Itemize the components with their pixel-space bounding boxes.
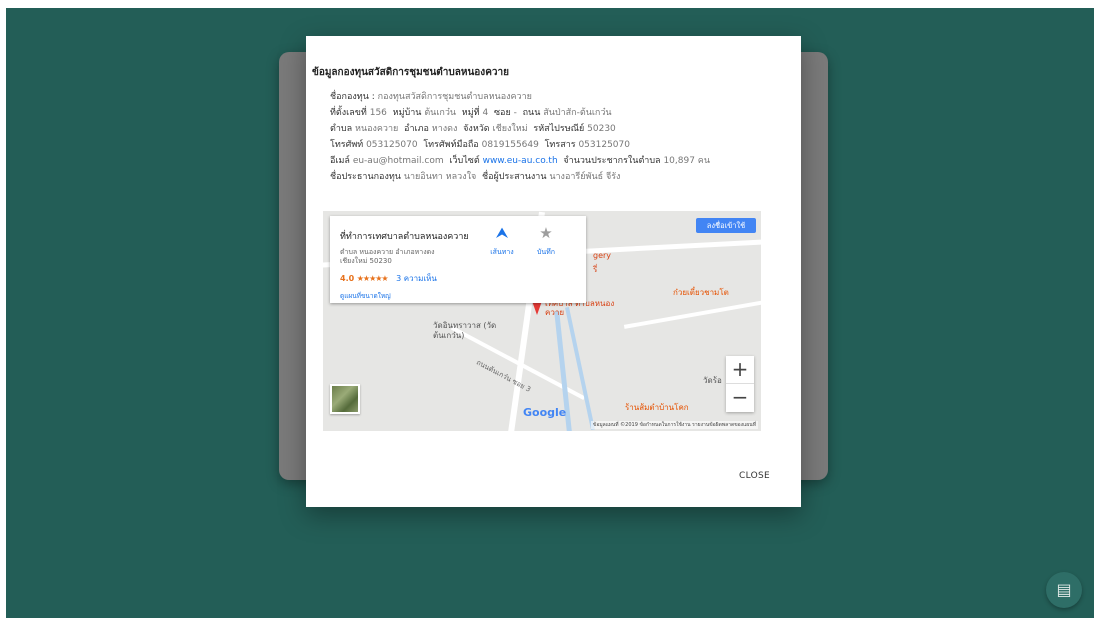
- district-row: ตำบล หนองควาย อำเภอ หางดง จังหวัด เชียงใ…: [330, 123, 616, 135]
- map-poi-noodle[interactable]: ก๋วยเตี๋ยวชามโต: [673, 286, 729, 299]
- map-poi-wat[interactable]: วัดร้อ: [703, 374, 722, 387]
- chairman-value: นายอินทา หลวงใจ: [403, 172, 477, 182]
- map-poi-partial: รี่: [593, 265, 598, 274]
- place-info-card: ที่ทำการเทศบาลตำบลหนองควาย ตำบล หนองควาย…: [330, 216, 586, 303]
- map-poi-partial: gery: [593, 251, 612, 260]
- road-label: ถนน: [522, 108, 541, 118]
- province-value: เชียงใหม่: [492, 124, 528, 134]
- tambon-label: ตำบล: [330, 124, 353, 134]
- amphoe-label: อำเภอ: [404, 124, 429, 134]
- save-place-button[interactable]: ★ บันทึก: [526, 224, 566, 258]
- chairman-label: ชื่อประธานกองทุน: [330, 172, 401, 182]
- place-address: ตำบล หนองควาย อำเภอหางดง เชียงใหม่ 50230: [340, 248, 435, 265]
- address-no-value: 156: [369, 108, 387, 118]
- map-attribution: ข้อมูลแผนที่ ©2019 ข้อกำหนดในการใช้งาน ร…: [590, 421, 758, 429]
- rating-stars-icon: ★★★★★: [356, 274, 389, 283]
- website-link[interactable]: www.eu-au.co.th: [483, 156, 558, 166]
- place-name: ที่ทำการเทศบาลตำบลหนองควาย: [340, 232, 469, 242]
- contact-row: อีเมล์ eu-au@hotmail.com เว็บไซต์ www.eu…: [330, 155, 710, 167]
- fund-info-modal: ข้อมูลกองทุนสวัสดิการชุมชนตำบลหนองควาย ช…: [306, 36, 801, 507]
- directions-label: เส้นทาง: [490, 248, 514, 256]
- zoom-control: + −: [726, 356, 754, 412]
- bigger-map-link[interactable]: ดูแผนที่ขนาดใหญ่: [340, 291, 391, 301]
- map-road: [623, 297, 761, 329]
- phone-label: โทรศัพท์: [330, 140, 364, 150]
- fund-name-label: ชื่อกองทุน :: [330, 92, 375, 102]
- signin-button[interactable]: ลงชื่อเข้าใช้: [696, 218, 756, 233]
- place-marker-icon[interactable]: [532, 301, 542, 315]
- soi-value: -: [513, 108, 517, 118]
- tambon-value: หนองควาย: [355, 124, 399, 134]
- zoom-out-button[interactable]: −: [726, 384, 754, 412]
- contact-card-icon: ▤: [1056, 580, 1072, 599]
- village-value: ต้นเกว๋น: [424, 108, 457, 118]
- fax-value: 053125070: [578, 140, 630, 150]
- google-logo: Google: [523, 406, 567, 419]
- directions-icon: ⮝: [495, 224, 509, 242]
- satellite-toggle[interactable]: [330, 384, 360, 414]
- fund-name-row: ชื่อกองทุน : กองทุนสวัสดิการชุมชนตำบลหนอ…: [330, 91, 532, 103]
- close-button[interactable]: CLOSE: [739, 471, 770, 481]
- zoom-in-button[interactable]: +: [726, 356, 754, 384]
- rating-value: 4.0: [340, 274, 355, 283]
- fund-name-value: กองทุนสวัสดิการชุมชนตำบลหนองควาย: [377, 92, 532, 102]
- mobile-value: 0819155649: [481, 140, 539, 150]
- star-icon: ★: [539, 224, 553, 242]
- phone-row: โทรศัพท์ 053125070 โทรศัพท์มือถือ 081915…: [330, 139, 630, 151]
- email-label: อีเมล์: [330, 156, 350, 166]
- save-label: บันทึก: [536, 248, 556, 256]
- email-value: eu-au@hotmail.com: [352, 156, 444, 166]
- page-background: ข้อมูลกองทุนสวัสดิการชุมชนตำบลหนองควาย ช…: [6, 8, 1094, 618]
- embedded-map[interactable]: เทศบาล ตำบลหนองควาย วัดอินทราวาส (วัดต้น…: [323, 211, 761, 431]
- road-value: สันป่าสัก-ต้นเกว๋น: [543, 108, 612, 118]
- fax-label: โทรสาร: [544, 140, 576, 150]
- village-label: หมู่บ้าน: [392, 108, 422, 118]
- map-poi-shop[interactable]: ร้านส้มตำบ้านโคก: [625, 401, 689, 414]
- directions-button[interactable]: ⮝ เส้นทาง: [482, 224, 522, 258]
- coordinator-label: ชื่อผู้ประสานงาน: [482, 172, 547, 182]
- province-label: จังหวัด: [463, 124, 490, 134]
- people-row: ชื่อประธานกองทุน นายอินทา หลวงใจ ชื่อผู้…: [330, 171, 620, 183]
- modal-title: ข้อมูลกองทุนสวัสดิการชุมชนตำบลหนองควาย: [312, 67, 509, 78]
- website-label: เว็บไซต์: [449, 156, 480, 166]
- phone-value: 053125070: [366, 140, 418, 150]
- soi-label: ซอย: [493, 108, 511, 118]
- postcode-value: 50230: [587, 124, 616, 134]
- moo-label: หมู่ที่: [461, 108, 480, 118]
- map-poi-temple[interactable]: วัดอินทราวาส (วัดต้นเกว๋น): [433, 321, 503, 341]
- mobile-label: โทรศัพท์มือถือ: [423, 140, 479, 150]
- postcode-label: รหัสไปรษณีย์: [533, 124, 585, 134]
- population-label: จำนวนประชากรในตำบล: [563, 156, 661, 166]
- floating-action-button[interactable]: ▤: [1046, 572, 1082, 608]
- reviews-link[interactable]: 3 ความเห็น: [396, 274, 437, 283]
- population-value: 10,897 คน: [663, 156, 710, 166]
- coordinator-value: นางอารีย์พันธ์ จีรัง: [549, 172, 621, 182]
- address-row: ที่ตั้งเลขที่ 156 หมู่บ้าน ต้นเกว๋น หมู่…: [330, 107, 612, 119]
- signin-label: ลงชื่อเข้าใช้: [706, 221, 746, 230]
- address-no-label: ที่ตั้งเลขที่: [330, 108, 367, 118]
- moo-value: 4: [482, 108, 489, 118]
- amphoe-value: หางดง: [431, 124, 458, 134]
- rating-row: 4.0 ★★★★★ 3 ความเห็น: [340, 272, 437, 285]
